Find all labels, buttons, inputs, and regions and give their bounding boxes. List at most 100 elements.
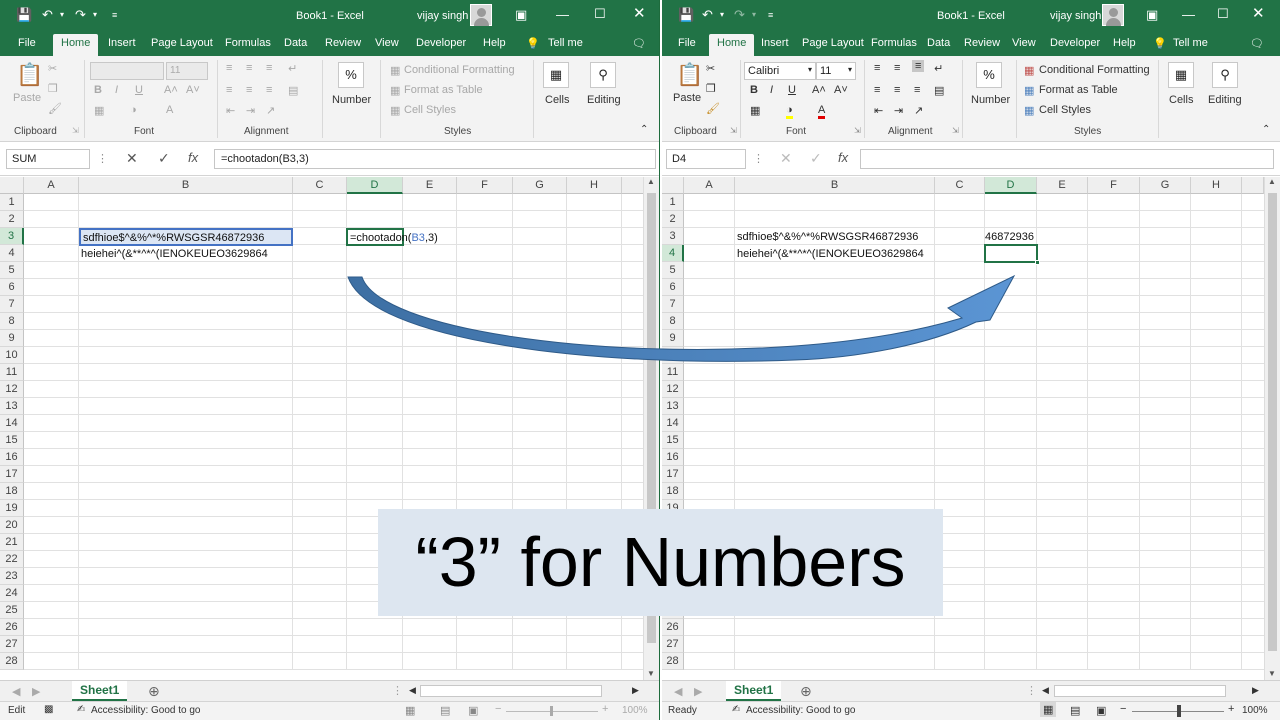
- formula-input[interactable]: =chootadon(B3,3): [214, 149, 656, 169]
- user-avatar[interactable]: [470, 4, 492, 26]
- row-header-6[interactable]: 6: [0, 279, 24, 296]
- row-header-15[interactable]: 15: [0, 432, 24, 449]
- row-header-25[interactable]: 25: [0, 602, 24, 619]
- tab-formulas[interactable]: Formulas: [225, 37, 271, 49]
- font-color-icon[interactable]: A: [818, 104, 826, 119]
- close-icon[interactable]: ✕: [633, 6, 646, 21]
- row-header-3[interactable]: 3: [0, 228, 24, 245]
- row-header-21[interactable]: 21: [0, 534, 24, 551]
- undo-dropdown-icon[interactable]: ▾: [60, 8, 64, 22]
- format-as-table-icon[interactable]: ▦: [1024, 84, 1034, 97]
- tab-data[interactable]: Data: [927, 37, 950, 49]
- zoom-out-icon[interactable]: −: [1120, 703, 1126, 715]
- hscroll-left-icon[interactable]: ◀: [1042, 685, 1049, 696]
- normal-view-icon[interactable]: ▦: [405, 704, 415, 717]
- cancel-icon[interactable]: ✕: [126, 150, 138, 167]
- redo-dropdown-icon[interactable]: ▾: [752, 8, 756, 22]
- increase-font-icon[interactable]: A˄: [812, 84, 826, 96]
- page-layout-view-icon[interactable]: ▤: [440, 704, 450, 717]
- row-header-10[interactable]: 10: [0, 347, 24, 364]
- wrap-text-icon[interactable]: ↵: [288, 62, 297, 75]
- align-center-icon[interactable]: ≡: [894, 84, 900, 96]
- hscroll-right-icon[interactable]: ▶: [1252, 685, 1259, 696]
- align-right-icon[interactable]: ≡: [266, 84, 272, 96]
- format-as-table-icon[interactable]: ▦: [390, 84, 400, 97]
- cell-b4[interactable]: heiehei^(&**^*^(IENOKEUEO3629864: [81, 246, 268, 262]
- accessibility-icon[interactable]: ✍: [77, 704, 85, 715]
- middle-align-icon[interactable]: ≡: [246, 62, 252, 74]
- enter-icon[interactable]: ✓: [810, 150, 822, 167]
- col-header-b[interactable]: B: [735, 177, 935, 194]
- paste-icon[interactable]: 📋: [16, 62, 43, 88]
- user-avatar[interactable]: [1102, 4, 1124, 26]
- row-header-7[interactable]: 7: [0, 296, 24, 313]
- tab-insert[interactable]: Insert: [761, 37, 789, 49]
- vertical-scrollbar[interactable]: ▲ ▼: [1264, 177, 1280, 682]
- undo-dropdown-icon[interactable]: ▾: [720, 8, 724, 22]
- page-layout-view-icon[interactable]: ▤: [1070, 704, 1080, 717]
- maximize-icon[interactable]: ☐: [1217, 7, 1229, 21]
- tab-file[interactable]: File: [18, 37, 36, 49]
- font-name-box[interactable]: Calibri ▾: [744, 62, 816, 80]
- conditional-formatting-button[interactable]: Conditional Formatting: [1039, 64, 1150, 76]
- cells-button[interactable]: Cells: [545, 94, 569, 106]
- add-sheet-icon[interactable]: ⊕: [148, 683, 160, 700]
- col-header-c[interactable]: C: [935, 177, 985, 194]
- col-header-a[interactable]: A: [24, 177, 79, 194]
- col-header-f[interactable]: F: [457, 177, 513, 194]
- col-header-h[interactable]: H: [1191, 177, 1242, 194]
- scroll-up-icon[interactable]: ▲: [647, 177, 655, 186]
- scroll-down-icon[interactable]: ▼: [1268, 669, 1276, 678]
- tab-help[interactable]: Help: [1113, 37, 1136, 49]
- row-header-12[interactable]: 12: [0, 381, 24, 398]
- horizontal-scrollbar[interactable]: [1054, 685, 1226, 697]
- tab-developer[interactable]: Developer: [1050, 37, 1100, 49]
- tab-view[interactable]: View: [1012, 37, 1036, 49]
- row-header-22[interactable]: 22: [0, 551, 24, 568]
- row-header-18[interactable]: 18: [0, 483, 24, 500]
- align-right-icon[interactable]: ≡: [914, 84, 920, 96]
- tell-me-search[interactable]: Tell me: [1173, 37, 1208, 49]
- ribbon-display-icon[interactable]: ▣: [515, 8, 527, 22]
- row-header-24[interactable]: 24: [0, 585, 24, 602]
- decrease-font-icon[interactable]: A˅: [834, 84, 848, 96]
- row-header-26[interactable]: 26: [662, 619, 684, 636]
- undo-icon[interactable]: ↶: [702, 8, 713, 22]
- redo-icon[interactable]: ↷: [75, 8, 86, 22]
- align-left-icon[interactable]: ≡: [874, 84, 880, 96]
- fill-color-icon[interactable]: ◑: [786, 104, 793, 119]
- fill-color-icon[interactable]: ◑: [130, 104, 137, 116]
- insert-function-icon[interactable]: fx: [188, 150, 198, 165]
- bottom-align-icon[interactable]: ≡: [912, 60, 925, 72]
- tab-review[interactable]: Review: [325, 37, 361, 49]
- row-header-15[interactable]: 15: [662, 432, 684, 449]
- row-header-19[interactable]: 19: [0, 500, 24, 517]
- col-header-e[interactable]: E: [1037, 177, 1088, 194]
- top-align-icon[interactable]: ≡: [874, 62, 880, 74]
- tab-formulas[interactable]: Formulas: [871, 37, 917, 49]
- row-header-28[interactable]: 28: [0, 653, 24, 670]
- row-header-11[interactable]: 11: [0, 364, 24, 381]
- copy-icon[interactable]: ❐: [706, 82, 716, 95]
- merge-center-icon[interactable]: ▤: [288, 84, 298, 97]
- paste-button[interactable]: Paste: [13, 92, 41, 104]
- macro-record-icon[interactable]: ▩: [44, 704, 53, 715]
- tell-me-search[interactable]: Tell me: [548, 37, 583, 49]
- close-icon[interactable]: ✕: [1252, 6, 1265, 21]
- cell-d3-editing[interactable]: =chootadon(B3,3): [346, 228, 438, 246]
- cell-b3[interactable]: sdfhioe$^&%^*%RWSGSR46872936: [79, 228, 293, 246]
- tab-page-layout[interactable]: Page Layout: [151, 37, 213, 49]
- format-painter-icon[interactable]: 🖌: [706, 102, 720, 115]
- row-header-16[interactable]: 16: [662, 449, 684, 466]
- row-header-12[interactable]: 12: [662, 381, 684, 398]
- ribbon-display-icon[interactable]: ▣: [1146, 8, 1158, 22]
- col-header-d[interactable]: D: [347, 177, 403, 194]
- align-center-icon[interactable]: ≡: [246, 84, 252, 96]
- fill-handle[interactable]: [1035, 260, 1040, 265]
- row-header-17[interactable]: 17: [0, 466, 24, 483]
- redo-icon[interactable]: ↷: [734, 8, 745, 22]
- collapse-ribbon-icon[interactable]: ⌃: [640, 124, 648, 135]
- borders-icon[interactable]: ▦: [750, 104, 760, 117]
- cell-b4[interactable]: heiehei^(&**^*^(IENOKEUEO3629864: [737, 246, 924, 262]
- hscroll-left-icon[interactable]: ◀: [409, 685, 416, 696]
